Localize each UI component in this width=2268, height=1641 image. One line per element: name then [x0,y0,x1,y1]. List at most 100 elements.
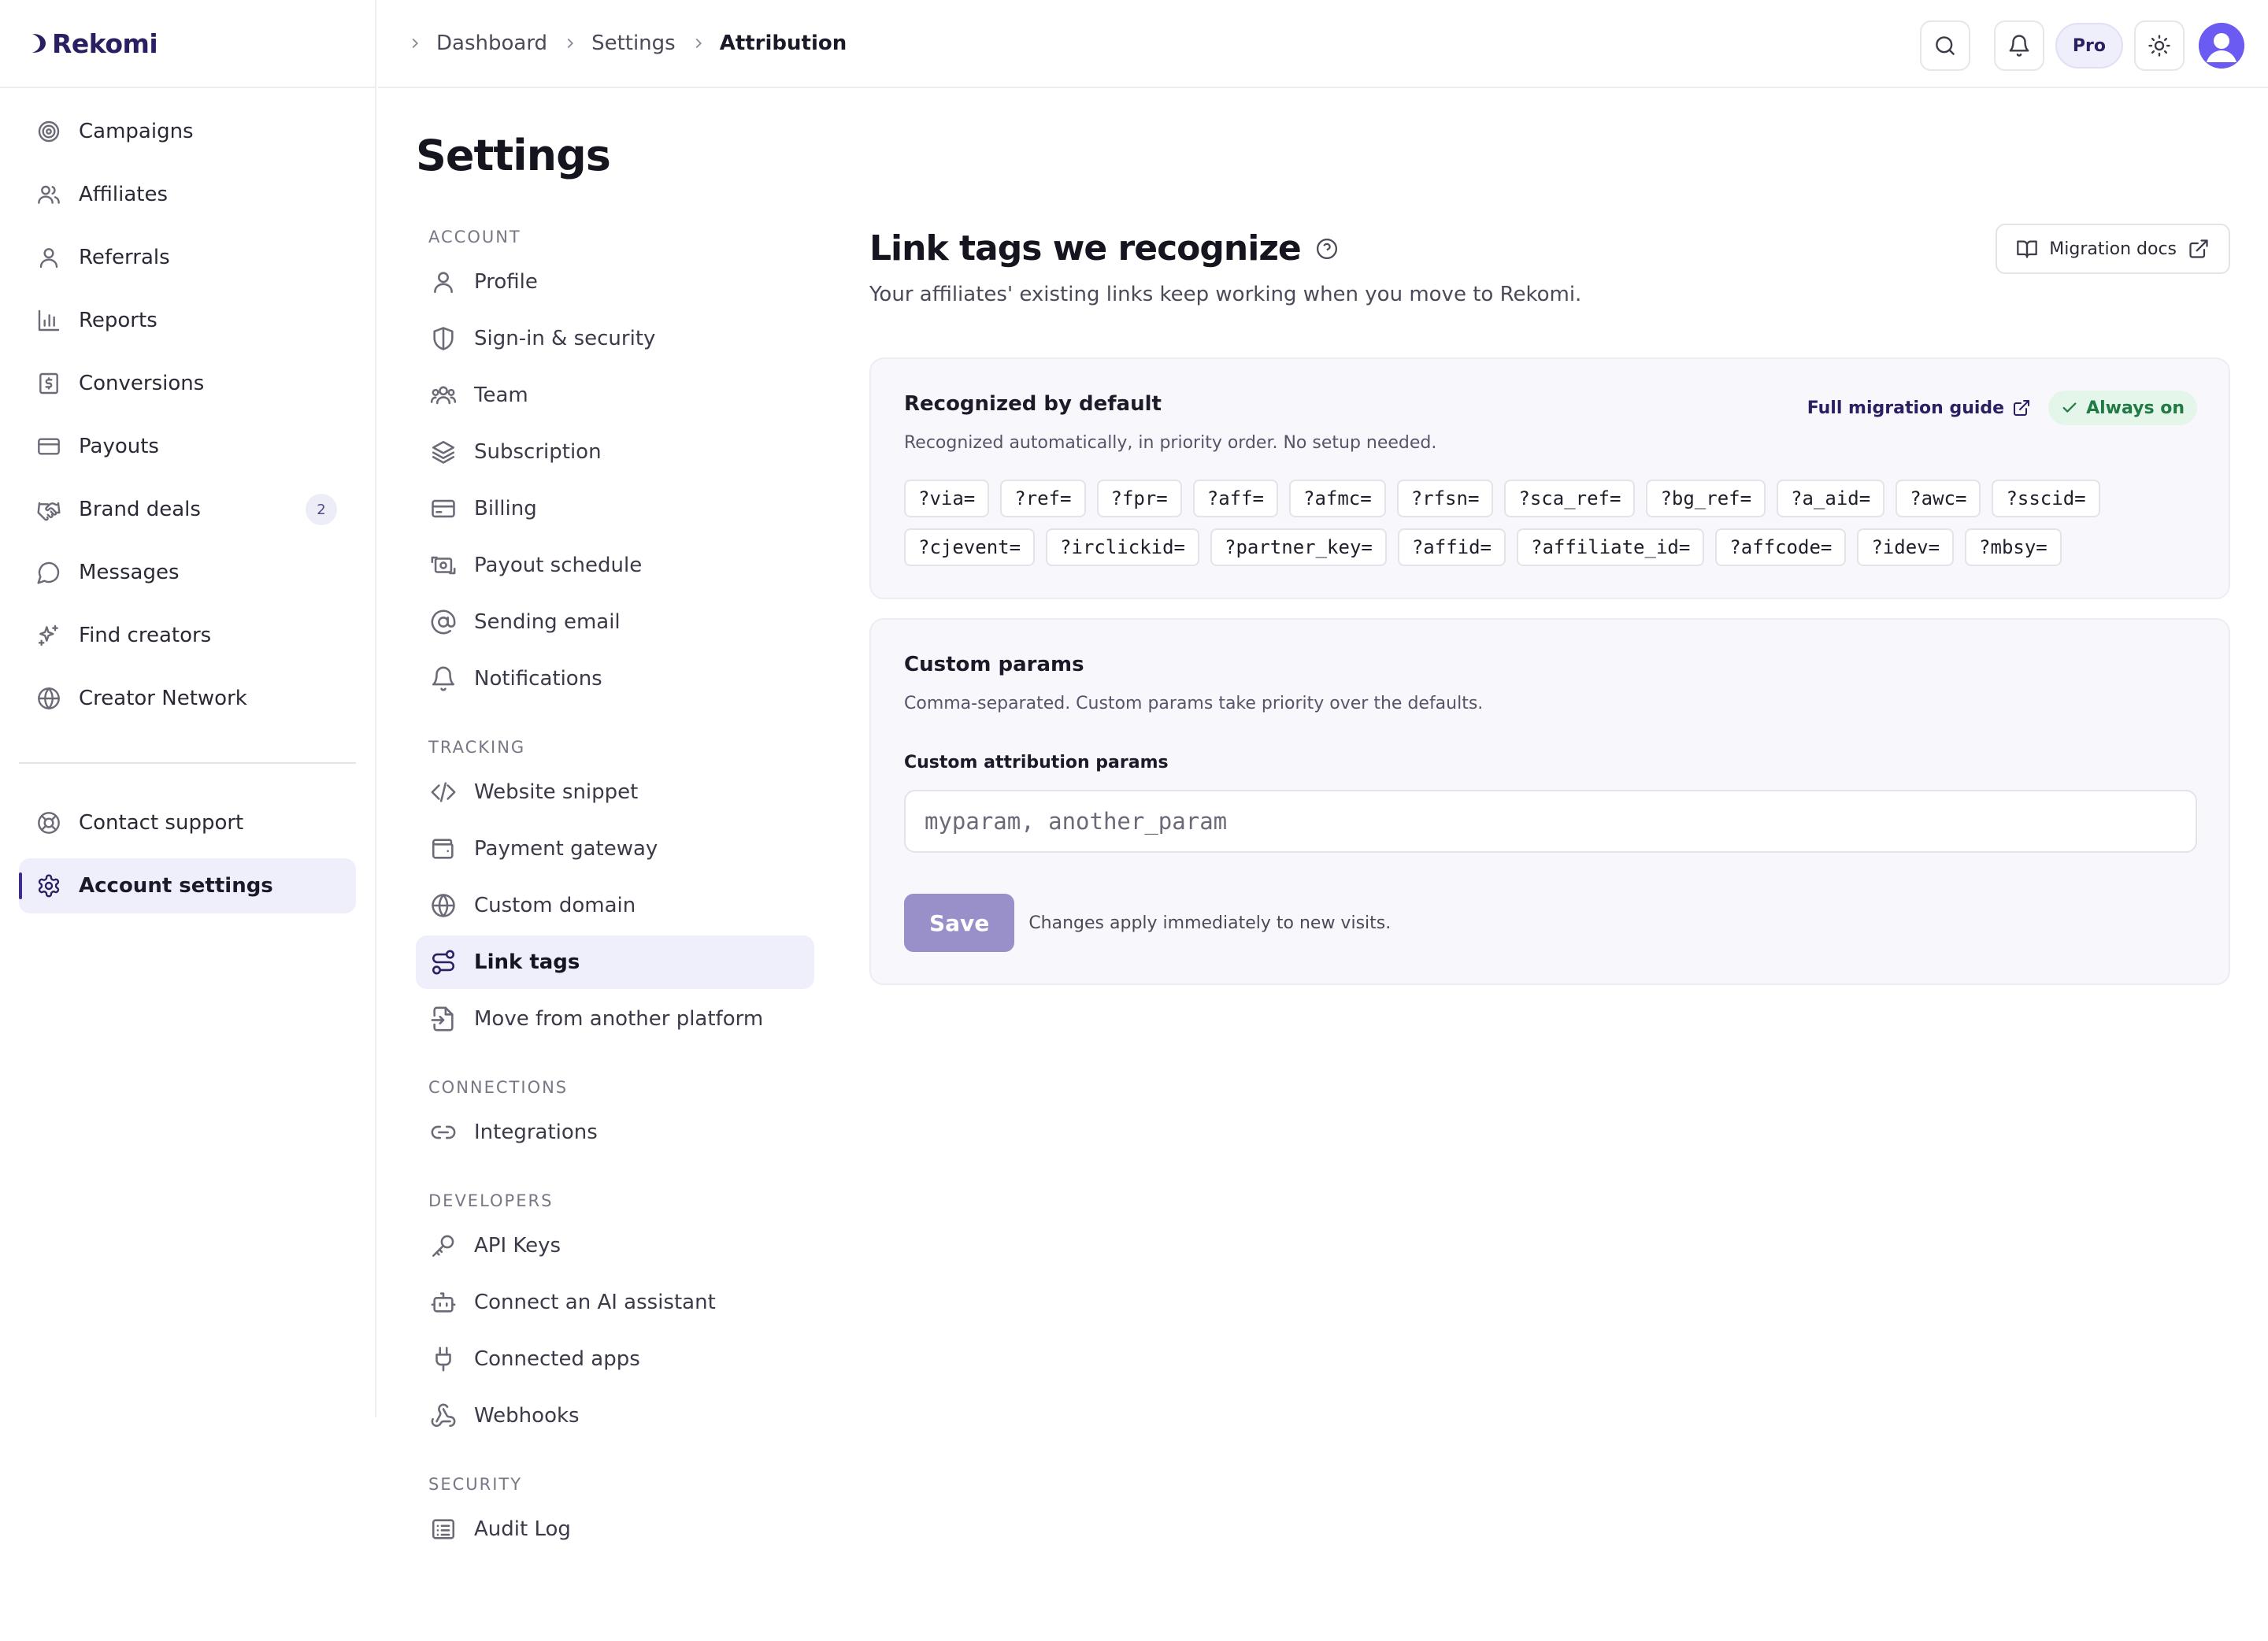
list-icon [432,1519,455,1539]
sidebar-item-contact-support[interactable]: Contact support [19,795,356,850]
settings-section-connections: CONNECTIONS [428,1078,569,1097]
sidebar-item-creator-network[interactable]: Creator Network [19,671,356,726]
at-sign-icon [431,609,456,635]
lifebuoy-icon [38,812,60,834]
tag-chip: ?awc= [1896,480,1981,517]
settings-item-webhooks[interactable]: Webhooks [416,1389,814,1443]
sidebar-item-payouts[interactable]: Payouts [19,419,356,474]
settings-item-label: Audit Log [474,1517,571,1541]
sidebar-item-messages[interactable]: Messages [19,545,356,600]
chevron-right-icon [567,38,574,49]
sidebar-item-label: Reports [79,309,158,332]
globe-icon [38,687,60,709]
theme-toggle-button[interactable] [2134,20,2185,71]
link-tags-panel: Link tags we recognize Your affiliates' … [869,224,2230,985]
message-icon [37,561,60,584]
sidebar-item-referrals[interactable]: Referrals [19,230,356,285]
webhook-icon [431,1403,456,1428]
tag-chip: ?mbsy= [1965,528,2062,566]
sidebar-item-campaigns[interactable]: Campaigns [19,104,356,159]
search-icon [1936,36,1955,55]
settings-section-security: SECURITY [428,1475,523,1494]
bot-icon [431,1292,456,1313]
settings-item-integrations[interactable]: Integrations [416,1106,814,1159]
breadcrumb-dashboard[interactable]: Dashboard [436,31,547,55]
card-description: Comma-separated. Custom params take prio… [904,694,1484,713]
settings-item-label: Sign-in & security [474,327,656,350]
settings-item-sign-in-security[interactable]: Sign-in & security [416,312,814,365]
bar-chart-icon [38,309,60,332]
tag-chip: ?cjevent= [904,528,1036,566]
breadcrumb-settings[interactable]: Settings [591,31,676,55]
settings-item-label: API Keys [474,1234,561,1258]
settings-item-billing[interactable]: Billing [416,482,814,535]
sidebar-item-brand-deals[interactable]: Brand deals 2 [19,482,356,537]
avatar[interactable] [2199,23,2244,69]
save-button[interactable]: Save [904,894,1015,952]
external-link-icon [2014,400,2030,416]
top-actions: Pro [1919,20,2244,71]
card-actions: Full migration guide Always on [1807,391,2197,425]
gear-icon [38,874,60,898]
guide-link-label: Full migration guide [1807,398,2005,418]
credit-card-icon [38,438,60,455]
sidebar-item-reports[interactable]: Reports [19,293,356,348]
custom-params-input[interactable] [925,808,2177,835]
settings-item-label: Team [474,383,528,407]
search-button[interactable] [1919,20,1970,71]
tag-chip: ?fpr= [1096,480,1182,517]
settings-item-link-tags[interactable]: Link tags [416,935,814,989]
sidebar-item-conversions[interactable]: Conversions [19,356,356,411]
tag-chip: ?affiliate_id= [1517,528,1705,566]
settings-item-payout-schedule[interactable]: Payout schedule [416,539,814,592]
settings-item-connected-apps[interactable]: Connected apps [416,1332,814,1386]
brand[interactable]: Rekomi [0,0,375,88]
settings-nav-gap [416,709,814,729]
settings-item-label: Subscription [474,440,602,464]
breadcrumb-attribution: Attribution [719,31,847,55]
plug-icon [435,1347,451,1372]
sidebar-item-account-settings[interactable]: Account settings [19,858,356,913]
wallet-icon [432,839,454,859]
settings-item-ai-assistant[interactable]: Connect an AI assistant [416,1276,814,1329]
sidebar-item-label: Contact support [79,811,244,835]
shield-icon [433,327,454,350]
sidebar-item-find-creators[interactable]: Find creators [19,608,356,663]
settings-item-label: Billing [474,497,537,520]
migration-docs-button[interactable]: Migration docs [1996,224,2230,274]
card-title: Custom params [904,653,1084,676]
tag-chip: ?affcode= [1715,528,1847,566]
page-title: Settings [416,131,611,180]
settings-item-payment-gateway[interactable]: Payment gateway [416,822,814,876]
settings-item-label: Website snippet [474,780,639,804]
sidebar-item-affiliates[interactable]: Affiliates [19,167,356,222]
external-link-icon [2189,239,2208,258]
status-badge-label: Always on [2086,398,2185,418]
settings-item-notifications[interactable]: Notifications [416,652,814,706]
brand-name: Rekomi [52,28,158,59]
sparkles-icon [38,624,58,646]
notifications-button[interactable] [1993,20,2044,71]
settings-item-website-snippet[interactable]: Website snippet [416,765,814,819]
tag-chip: ?bg_ref= [1646,480,1766,517]
settings-item-profile[interactable]: Profile [416,255,814,309]
help-circle-icon[interactable] [1315,237,1339,261]
settings-item-api-keys[interactable]: API Keys [416,1219,814,1272]
settings-nav-gap [416,1049,814,1069]
settings-section-developers: DEVELOPERS [428,1191,554,1210]
settings-item-subscription[interactable]: Subscription [416,425,814,479]
settings-item-audit-log[interactable]: Audit Log [416,1502,814,1556]
main-nav: Campaigns Affiliates Referrals Reports C… [0,88,375,913]
settings-item-team[interactable]: Team [416,369,814,422]
bell-icon [432,666,455,691]
bell-icon [2009,35,2029,57]
settings-item-sending-email[interactable]: Sending email [416,595,814,649]
sidebar-item-label: Find creators [79,624,212,647]
settings-item-move-platform[interactable]: Move from another platform [416,992,814,1046]
check-icon [2062,402,2077,413]
plan-badge[interactable]: Pro [2055,23,2123,69]
full-migration-guide-link[interactable]: Full migration guide [1807,398,2031,418]
settings-item-custom-domain[interactable]: Custom domain [416,879,814,932]
settings-section-tracking: TRACKING [428,738,526,757]
key-icon [432,1235,454,1258]
